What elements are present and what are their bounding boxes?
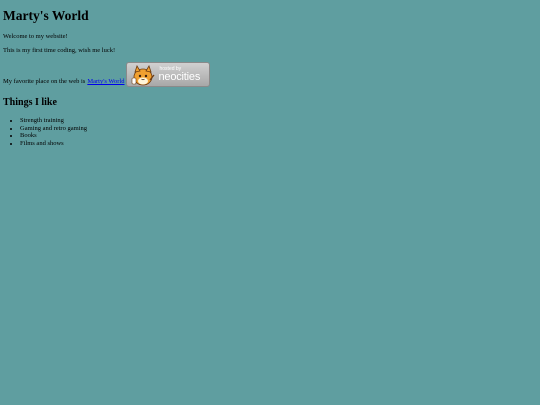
first-time-text: This is my first time coding, wish me lu… (3, 47, 116, 54)
neocities-badge[interactable]: hosted by neocities (125, 62, 210, 87)
favorite-place-text: My favorite place on the web is (3, 78, 86, 85)
list-item: Strength training (20, 117, 87, 125)
likes-list: Strength training Gaming and retro gamin… (3, 117, 87, 147)
welcome-text: Welcome to my website! (3, 33, 68, 40)
favorite-place-paragraph: My favorite place on the web is Marty's … (3, 62, 210, 87)
likes-heading: Things I like (3, 97, 57, 108)
page: Marty's World Welcome to my website! Thi… (0, 0, 540, 405)
badge-brand: neocities (158, 71, 201, 83)
list-item: Gaming and retro gaming (20, 125, 87, 133)
neocities-cat-icon (131, 65, 154, 86)
list-item: Books (20, 132, 87, 140)
favorite-place-link[interactable]: Marty's World (87, 78, 124, 86)
list-item: Films and shows (20, 140, 87, 148)
page-title: Marty's World (3, 8, 89, 23)
